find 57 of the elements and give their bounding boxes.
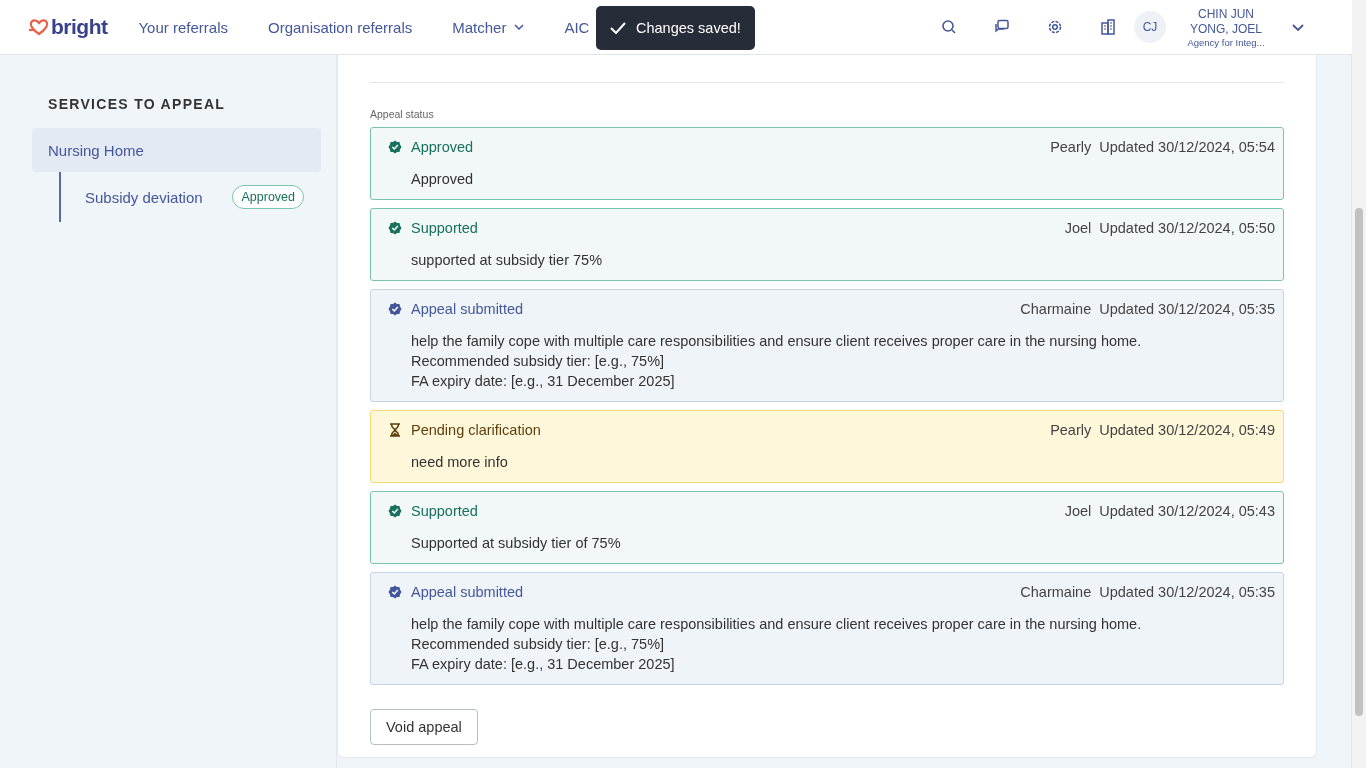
chevron-down-icon <box>1292 23 1304 31</box>
status-title: Approved <box>411 139 474 155</box>
check-badge-icon <box>388 585 402 599</box>
nav-link[interactable]: Your referrals <box>138 18 228 36</box>
status-title: Supported <box>411 503 478 519</box>
user-name: CHIN JUN YONG, JOEL <box>1189 6 1263 37</box>
updated-time: Updated 30/12/2024, 05:35 <box>1099 301 1275 317</box>
author-name: Joel <box>1064 220 1092 236</box>
user-avatar[interactable]: CJ <box>1134 11 1166 43</box>
author-name: Joel <box>1064 503 1092 519</box>
status-title: Pending clarification <box>411 422 541 438</box>
updated-time: Updated 30/12/2024, 05:43 <box>1099 503 1275 519</box>
heart-logo-icon <box>28 18 50 36</box>
sidebar-heading: SERVICES TO APPEAL <box>48 96 227 112</box>
updated-time: Updated 30/12/2024, 05:50 <box>1099 220 1275 236</box>
sidebar-item[interactable]: Nursing Home <box>32 128 321 172</box>
entry-text: FA expiry date: [e.g., 31 December 2025] <box>411 372 676 391</box>
author-name: Pearly <box>1050 139 1092 155</box>
scrollbar-thumb[interactable] <box>1355 208 1363 716</box>
updated-time: Updated 30/12/2024, 05:54 <box>1099 139 1275 155</box>
updated-time: Updated 30/12/2024, 05:35 <box>1099 584 1275 600</box>
status-badge: Approved <box>232 185 304 209</box>
nav-link[interactable]: Matcher <box>452 18 525 36</box>
settings-icon <box>1047 19 1063 35</box>
search-icon <box>941 19 957 35</box>
nav-link[interactable]: AIC <box>564 18 590 36</box>
chat-bubbles-icon <box>994 19 1010 35</box>
entry-text: FA expiry date: [e.g., 31 December 2025] <box>411 655 676 674</box>
author-name: Pearly <box>1050 422 1092 438</box>
building-icon <box>1100 19 1116 35</box>
entry-text: Recommended subsidy tier: [e.g., 75%] <box>411 352 666 371</box>
logo-wordmark[interactable]: bright <box>51 15 108 39</box>
entry-text: Approved <box>411 170 475 189</box>
field-label: Appeal status <box>370 108 435 120</box>
entry-text: need more info <box>411 453 509 472</box>
hourglass-icon <box>388 423 402 437</box>
nav-link[interactable]: Organisation referrals <box>268 18 413 36</box>
check-badge-icon <box>388 140 402 154</box>
check-badge-icon <box>388 221 402 235</box>
status-title: Appeal submitted <box>411 584 524 600</box>
entry-text: Recommended subsidy tier: [e.g., 75%] <box>411 635 666 654</box>
check-badge-icon <box>388 302 402 316</box>
checkmark-icon <box>610 22 626 34</box>
void-appeal-button[interactable]: Void appeal <box>370 709 478 745</box>
entry-text: help the family cope with multiple care responsibilities and ensure client receives proper care in the nursing home. <box>411 615 1143 634</box>
entry-text: help the family cope with multiple care responsibilities and ensure client receives proper care in the nursing home. <box>411 332 1143 351</box>
status-title: Supported <box>411 220 478 236</box>
check-badge-icon <box>388 504 402 518</box>
user-organisation: Agency for Integ... <box>1186 36 1266 48</box>
author-name: Charmaine <box>1020 584 1092 600</box>
entry-text: supported at subsidy tier 75% <box>411 251 604 270</box>
entry-text: Supported at subsidy tier of 75% <box>411 534 622 553</box>
toast-message: Changes saved! <box>636 20 741 36</box>
author-name: Charmaine <box>1020 301 1092 317</box>
updated-time: Updated 30/12/2024, 05:49 <box>1099 422 1275 438</box>
sidebar-subitem[interactable]: Subsidy deviation <box>85 188 203 206</box>
status-title: Appeal submitted <box>411 301 524 317</box>
